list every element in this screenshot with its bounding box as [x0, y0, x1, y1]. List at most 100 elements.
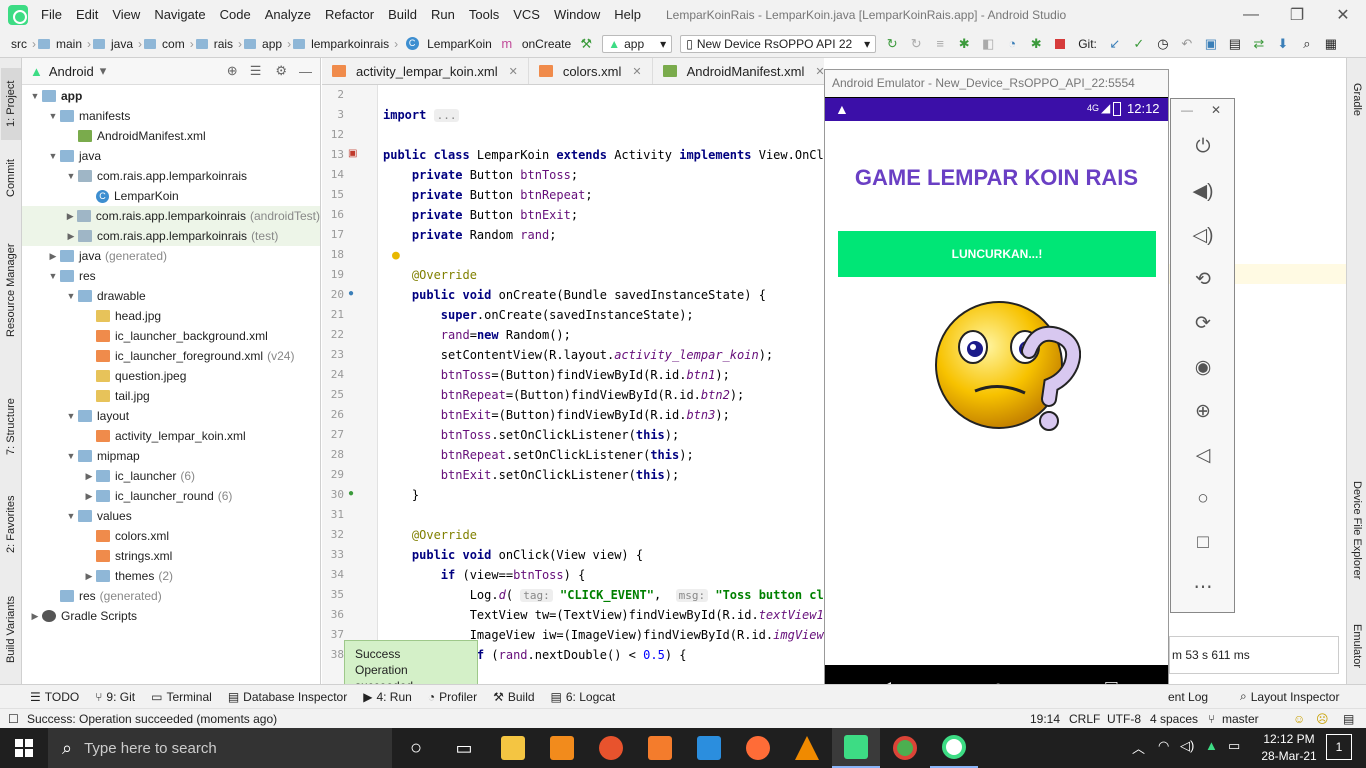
tab-device-file-explorer[interactable]: Device File Explorer — [1348, 470, 1366, 590]
expanded-arrow-icon[interactable]: ▼ — [64, 406, 78, 426]
tree-item[interactable]: C LemparKoin — [22, 186, 179, 206]
notification-icon[interactable]: 1 — [1326, 734, 1352, 760]
run-config-select[interactable]: ▲ app ▾ — [602, 34, 673, 53]
tree-item[interactable]: ▼ app — [22, 86, 83, 106]
volume-up-icon[interactable]: ◀) — [1189, 177, 1217, 205]
zoom-icon[interactable]: ⊕ — [1189, 397, 1217, 425]
collapsed-arrow-icon[interactable]: ▶ — [46, 246, 60, 266]
status-message[interactable]: Success: Operation succeeded (moments ag… — [27, 709, 277, 729]
expanded-arrow-icon[interactable]: ▼ — [64, 506, 78, 526]
tree-item[interactable]: ic_launcher_background.xml — [22, 326, 268, 346]
tree-item[interactable]: ▶ java (generated) — [22, 246, 168, 266]
project-structure-icon[interactable]: ▣ — [1202, 35, 1220, 53]
postman-icon[interactable] — [734, 728, 782, 768]
menu-window[interactable]: Window — [547, 0, 607, 30]
sdk-manager-icon[interactable]: ⬇ — [1274, 35, 1292, 53]
emulator-taskbar-icon[interactable] — [930, 728, 978, 768]
hide-panel-icon[interactable]: — — [299, 64, 312, 79]
editor-tab[interactable]: activity_lempar_koin.xml ✕ — [322, 58, 529, 84]
close-tab-icon[interactable]: ✕ — [632, 65, 641, 78]
collapsed-arrow-icon[interactable]: ▶ — [63, 206, 77, 226]
android-tray-icon[interactable]: ▲ — [1205, 738, 1218, 753]
expanded-arrow-icon[interactable]: ▼ — [64, 446, 78, 466]
breadcrumb-item[interactable]: src — [8, 37, 30, 51]
breadcrumb-item[interactable]: rais — [211, 37, 236, 51]
tree-item[interactable]: activity_lempar_koin.xml — [22, 426, 246, 446]
code-editor[interactable]: import ... public class LemparKoin extend… — [378, 85, 824, 684]
hammer-icon[interactable]: ⚒ — [577, 35, 595, 53]
menu-code[interactable]: Code — [213, 0, 258, 30]
tab-gradle[interactable]: Gradle — [1348, 70, 1366, 130]
volume-down-icon[interactable]: ◁) — [1189, 221, 1217, 249]
breadcrumb-item[interactable]: app — [259, 37, 285, 51]
breadcrumb-class[interactable]: LemparKoin — [424, 37, 495, 51]
tree-item[interactable]: ▼ values — [22, 506, 132, 526]
tree-item[interactable]: res (generated) — [22, 586, 162, 606]
locate-icon[interactable]: ⊕ — [227, 63, 238, 79]
sync-gradle-icon[interactable]: ⇄ — [1250, 35, 1268, 53]
close-button[interactable]: ✕ — [1320, 0, 1366, 30]
rotate-right-icon[interactable]: ⟳ — [1189, 309, 1217, 337]
chrome-icon[interactable] — [881, 728, 929, 768]
expanded-arrow-icon[interactable]: ▼ — [64, 286, 78, 306]
breadcrumb-item[interactable]: main — [53, 37, 85, 51]
chevron-up-icon[interactable]: ︿ — [1132, 738, 1145, 757]
tab-run[interactable]: ▶ 4: Run — [355, 690, 420, 704]
tab-emulator[interactable]: Emulator — [1348, 614, 1366, 678]
menu-vcs[interactable]: VCS — [506, 0, 547, 30]
tab-resource-manager[interactable]: Resource Manager — [1, 230, 21, 350]
tab-database-inspector[interactable]: ▤ Database Inspector — [220, 690, 355, 704]
menu-tools[interactable]: Tools — [462, 0, 506, 30]
vscode-icon[interactable] — [685, 728, 733, 768]
tree-item[interactable]: tail.jpg — [22, 386, 150, 406]
firefox-icon[interactable] — [587, 728, 635, 768]
menu-view[interactable]: View — [105, 0, 147, 30]
menu-help[interactable]: Help — [607, 0, 648, 30]
task-view-icon[interactable]: ▭ — [440, 728, 488, 768]
camera-icon[interactable]: ◉ — [1189, 353, 1217, 381]
apply-code-icon[interactable]: ≡ — [931, 35, 949, 53]
expanded-arrow-icon[interactable]: ▼ — [46, 266, 60, 286]
expanded-arrow-icon[interactable]: ▼ — [28, 86, 42, 106]
frown-icon[interactable]: ☹ — [1316, 709, 1329, 729]
menu-build[interactable]: Build — [381, 0, 424, 30]
tab-layout-inspector[interactable]: ⌕ Layout Inspector — [1232, 689, 1347, 704]
tree-item[interactable]: ▼ res — [22, 266, 96, 286]
collapsed-arrow-icon[interactable]: ▶ — [82, 486, 96, 506]
tree-item[interactable]: ▶ com.rais.app.lemparkoinrais (androidTest… — [22, 206, 320, 226]
xampp-icon[interactable] — [636, 728, 684, 768]
git-commit-icon[interactable]: ✓ — [1130, 35, 1148, 53]
collapsed-arrow-icon[interactable]: ▶ — [82, 466, 96, 486]
breadcrumb-method[interactable]: onCreate — [519, 37, 574, 51]
rerun-icon[interactable]: ↻ — [883, 35, 901, 53]
collapsed-arrow-icon[interactable]: ▶ — [64, 226, 78, 246]
power-icon[interactable]: ⏻ — [1189, 133, 1217, 161]
tree-item[interactable]: ▼ java — [22, 146, 101, 166]
maximize-button[interactable]: ❐ — [1274, 0, 1320, 30]
tree-item[interactable]: ▼ com.rais.app.lemparkoinrais — [22, 166, 248, 186]
project-view-select[interactable]: Android — [49, 64, 94, 79]
tree-item[interactable]: AndroidManifest.xml — [22, 126, 206, 146]
collapse-all-icon[interactable]: ☰ — [250, 63, 262, 79]
tree-item[interactable]: ▶ ic_launcher (6) — [22, 466, 196, 486]
editor-tab[interactable]: AndroidManifest.xml ✕ — [653, 58, 824, 84]
tree-item[interactable]: ▼ layout — [22, 406, 130, 426]
home-icon[interactable]: ○ — [1189, 485, 1217, 513]
menu-navigate[interactable]: Navigate — [147, 0, 212, 30]
close-tab-icon[interactable]: ✕ — [509, 65, 518, 78]
android-studio-taskbar-icon[interactable] — [832, 728, 880, 768]
profile-icon[interactable]: ◔ — [1003, 35, 1021, 53]
taskbar-time[interactable]: 12:12 PM — [1258, 732, 1320, 746]
tab-structure[interactable]: 7: Structure — [1, 388, 21, 466]
sublime-icon[interactable] — [538, 728, 586, 768]
minimize-button[interactable]: — — [1228, 0, 1274, 30]
tree-item[interactable]: colors.xml — [22, 526, 169, 546]
file-explorer-icon[interactable] — [489, 728, 537, 768]
tab-event-log[interactable]: ent Log — [1160, 690, 1216, 704]
tree-item[interactable]: question.jpeg — [22, 366, 186, 386]
search-icon[interactable]: ⌕ — [1298, 35, 1316, 53]
attach-debugger-icon[interactable]: ✱ — [1027, 35, 1045, 53]
apply-changes-icon[interactable]: ↻ — [907, 35, 925, 53]
vlc-icon[interactable] — [783, 728, 831, 768]
more-icon[interactable]: ⋯ — [1189, 573, 1217, 601]
